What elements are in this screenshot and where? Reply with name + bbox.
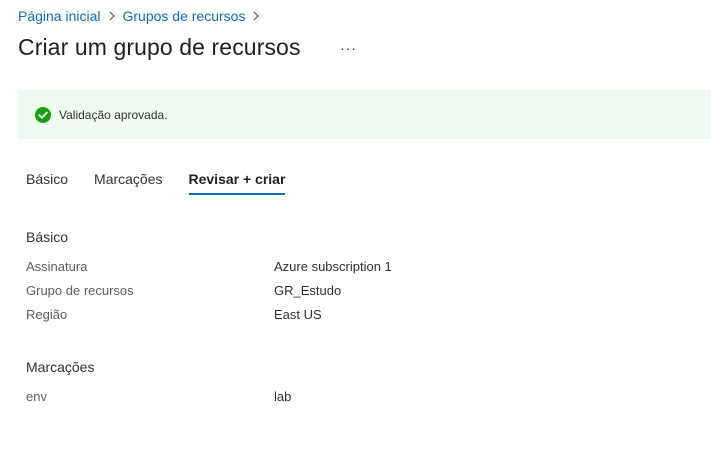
breadcrumb-link-resource-groups[interactable]: Grupos de recursos	[123, 8, 246, 24]
tab-revisar-criar[interactable]: Revisar + criar	[188, 171, 285, 195]
summary-value: lab	[274, 389, 292, 404]
summary-value: East US	[274, 307, 322, 322]
checkmark-circle-icon	[35, 106, 51, 123]
tab-list: Básico Marcações Revisar + criar	[26, 171, 311, 195]
section-title-basic: Básico	[26, 229, 69, 245]
breadcrumb: Página inicial Grupos de recursos	[18, 8, 267, 24]
summary-key: env	[26, 389, 47, 404]
tab-basico[interactable]: Básico	[26, 171, 68, 195]
chevron-right-icon	[252, 9, 260, 24]
tab-marcacoes[interactable]: Marcações	[94, 171, 162, 195]
validation-message: Validação aprovada.	[59, 107, 168, 122]
breadcrumb-link-home[interactable]: Página inicial	[18, 8, 101, 24]
section-title-tags: Marcações	[26, 359, 95, 375]
summary-value: GR_Estudo	[274, 283, 342, 298]
more-options-button[interactable]: ···	[340, 40, 357, 56]
chevron-right-icon	[108, 9, 116, 24]
validation-banner: Validação aprovada.	[18, 90, 711, 139]
summary-key: Grupo de recursos	[26, 283, 134, 298]
summary-key: Assinatura	[26, 259, 88, 274]
summary-key: Região	[26, 307, 68, 322]
page-title: Criar um grupo de recursos	[18, 34, 301, 60]
summary-value: Azure subscription 1	[274, 259, 392, 274]
